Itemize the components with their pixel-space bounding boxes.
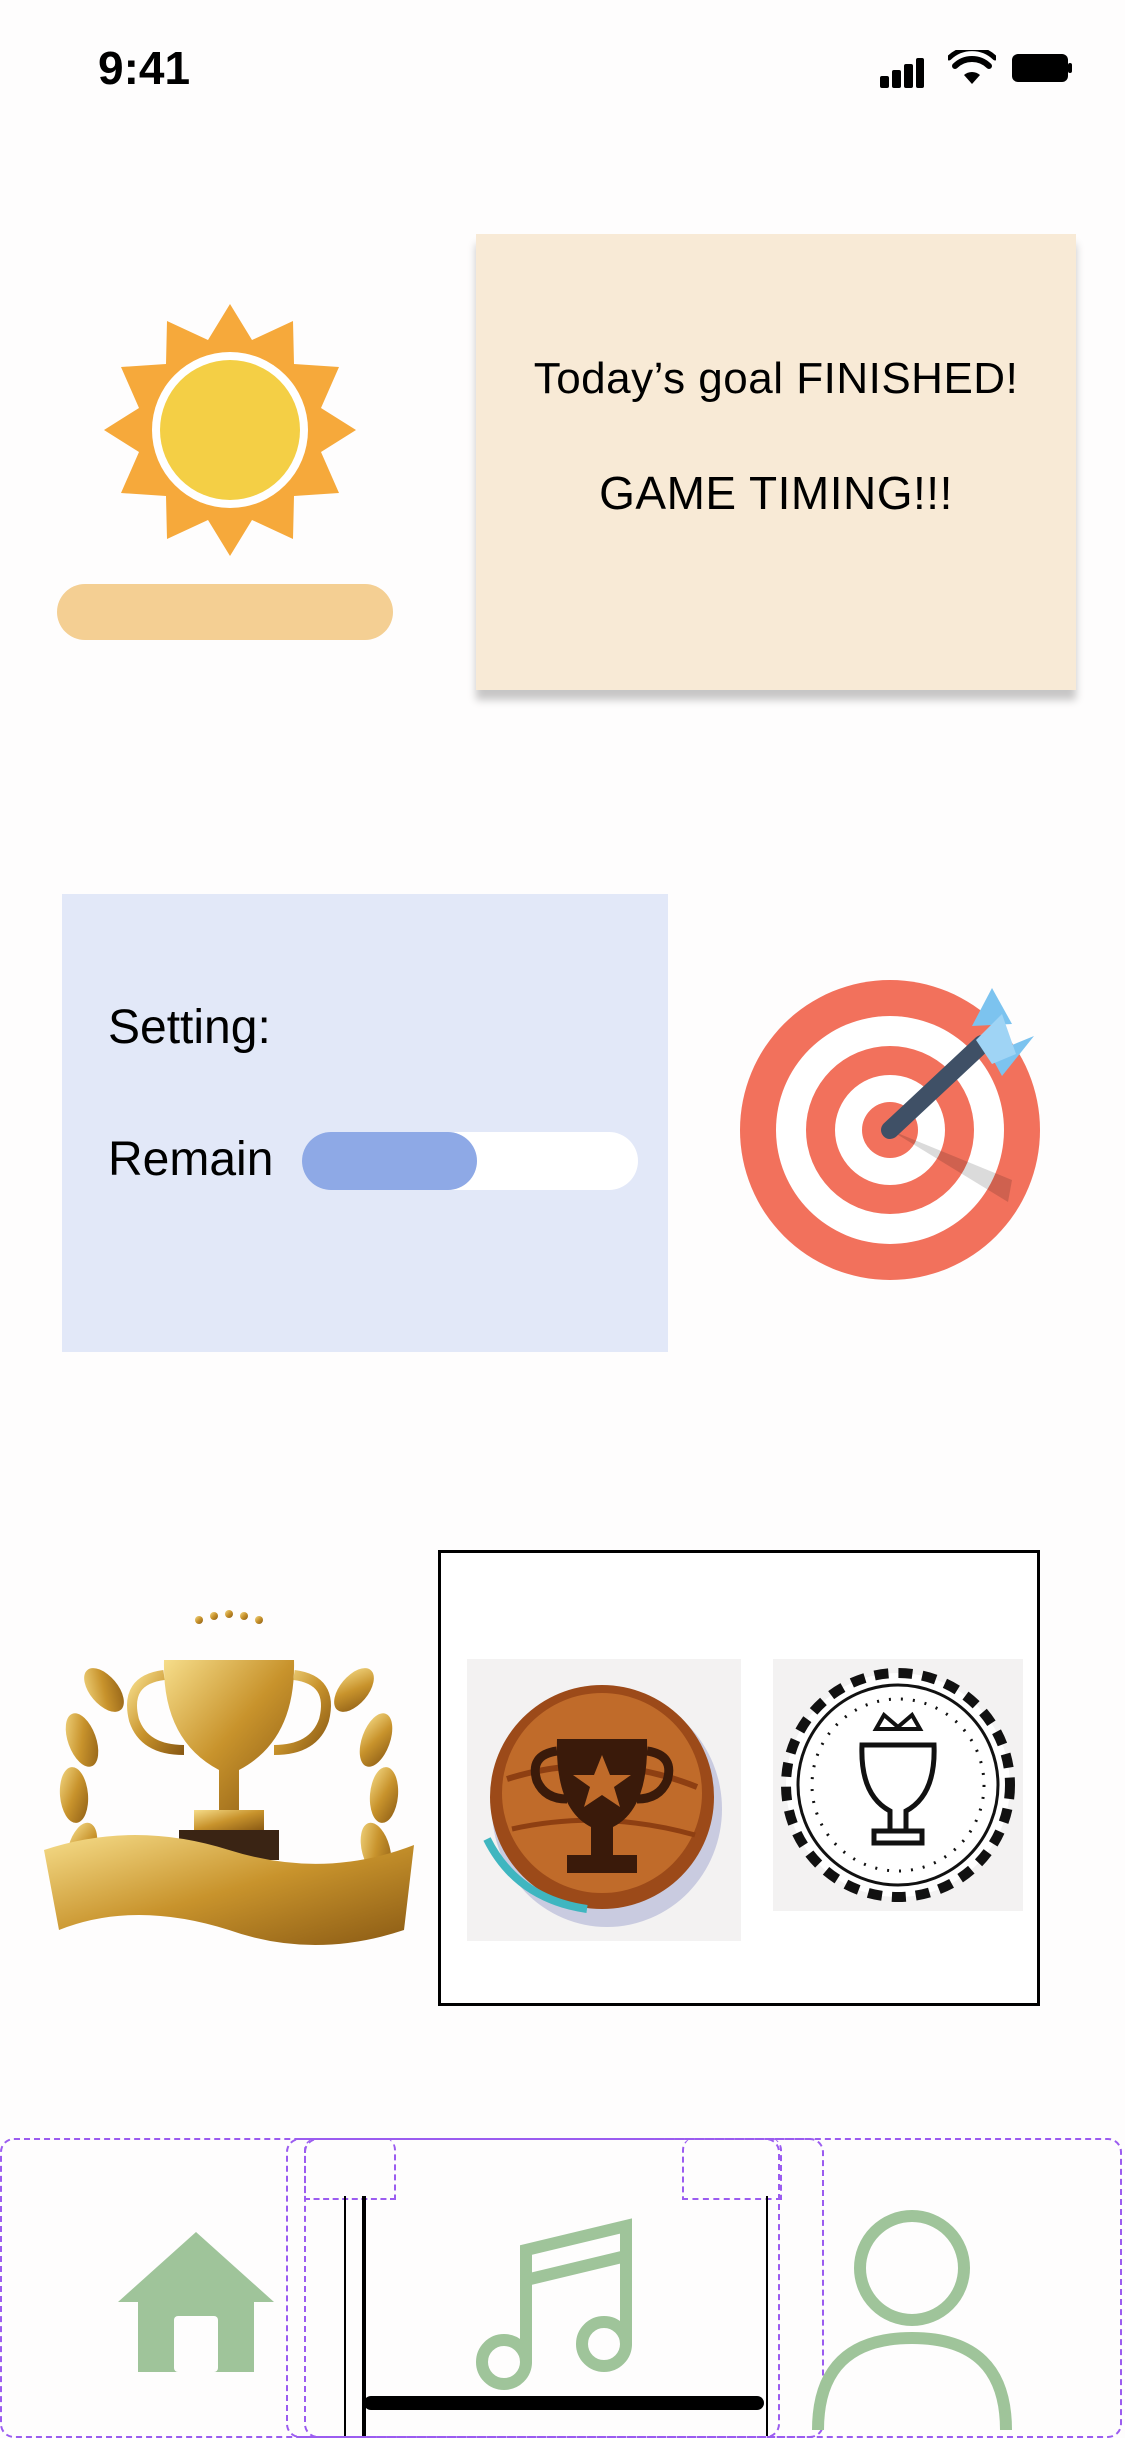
user-icon[interactable] — [812, 2208, 1012, 2430]
setting-label: Setting: — [108, 1001, 271, 1054]
remain-label: Remain — [108, 1133, 274, 1186]
music-note-icon[interactable] — [470, 2216, 650, 2396]
seal-trophy-badge[interactable] — [773, 1659, 1023, 1911]
seal-trophy-icon — [781, 1668, 1015, 1902]
badge-collection-box — [438, 1550, 1040, 2006]
home-icon[interactable] — [118, 2228, 274, 2376]
game-timing-text: GAME TIMING!!! — [599, 467, 953, 519]
target-dart-icon — [740, 980, 1040, 1280]
wifi-icon — [948, 50, 996, 84]
trophy-wreath-image — [44, 1610, 414, 1945]
sun-progress-bar — [57, 584, 393, 640]
music-tab-active-indicator — [364, 2396, 764, 2410]
cellular-signal-icon — [880, 58, 924, 88]
status-clock: 9:41 — [98, 42, 191, 94]
sun-icon — [104, 304, 356, 556]
remain-progress-fill — [302, 1132, 477, 1190]
remain-progress-bar[interactable] — [302, 1132, 638, 1190]
setting-card: Setting: Remain — [62, 894, 668, 1352]
goal-card: Today’s goal FINISHED! GAME TIMING!!! — [476, 234, 1076, 690]
wooden-trophy-badge[interactable] — [467, 1659, 741, 1941]
battery-icon — [1012, 54, 1072, 82]
wooden-trophy-icon — [483, 1685, 722, 1927]
goal-status-text: Today’s goal FINISHED! — [533, 354, 1019, 403]
